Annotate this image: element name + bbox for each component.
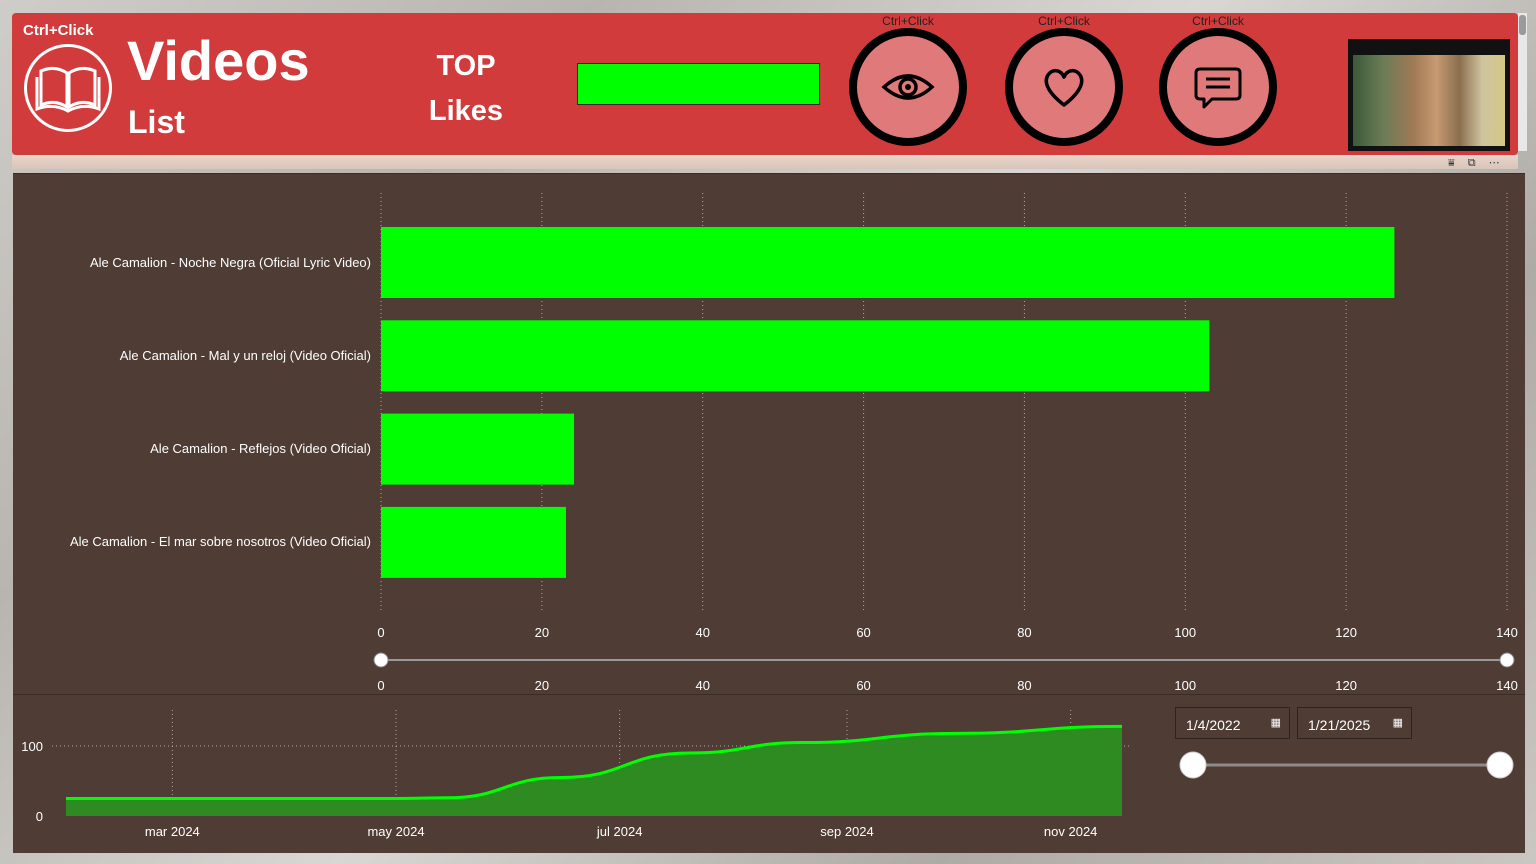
x-tick-label: 0 <box>377 625 384 640</box>
x-tick-label: 100 <box>1174 625 1196 640</box>
date-slider-start-handle[interactable] <box>1179 751 1207 779</box>
bar-category-label: Ale Camalion - Reflejos (Video Oficial) <box>150 441 371 457</box>
slider-tick-label: 140 <box>1496 678 1518 693</box>
x-tick-label: 60 <box>856 625 870 640</box>
bar <box>381 413 575 485</box>
value-slider-end-handle[interactable] <box>1499 652 1515 668</box>
slider-tick-label: 80 <box>1017 678 1031 693</box>
start-date-value: 1/4/2022 <box>1186 717 1241 733</box>
slider-tick-label: 40 <box>695 678 709 693</box>
x-tick-label: 40 <box>695 625 709 640</box>
x-tick-label: 20 <box>535 625 549 640</box>
value-range-slider[interactable] <box>373 652 1515 668</box>
calendar-icon[interactable]: ▦ <box>1271 716 1281 729</box>
bar-category-label: Ale Camalion - Mal y un reloj (Video Ofi… <box>119 347 371 363</box>
calendar-icon[interactable]: ▦ <box>1393 716 1403 729</box>
date-range-slider[interactable] <box>1176 745 1516 785</box>
value-slider-start-handle[interactable] <box>373 652 389 668</box>
start-date-input[interactable]: 1/4/2022 ▦ <box>1175 707 1290 739</box>
date-slider-end-handle[interactable] <box>1486 751 1514 779</box>
slider-tick-label: 100 <box>1174 678 1196 693</box>
x-tick-label: 140 <box>1496 625 1518 640</box>
slider-tick-label: 120 <box>1335 678 1357 693</box>
x-tick-label: 120 <box>1335 625 1357 640</box>
slider-tick-label: 0 <box>377 678 384 693</box>
bar <box>381 227 1395 298</box>
slider-tick-label: 60 <box>856 678 870 693</box>
bar <box>381 506 566 578</box>
x-tick-label: 80 <box>1017 625 1031 640</box>
end-date-value: 1/21/2025 <box>1308 717 1371 733</box>
end-date-input[interactable]: 1/21/2025 ▦ <box>1297 707 1412 739</box>
slider-tick-label: 20 <box>535 678 549 693</box>
bar-category-label: Ale Camalion - Noche Negra (Oficial Lyri… <box>89 254 371 270</box>
bar-category-label: Ale Camalion - El mar sobre nosotros (Vi… <box>69 534 371 550</box>
bar <box>381 320 1210 392</box>
